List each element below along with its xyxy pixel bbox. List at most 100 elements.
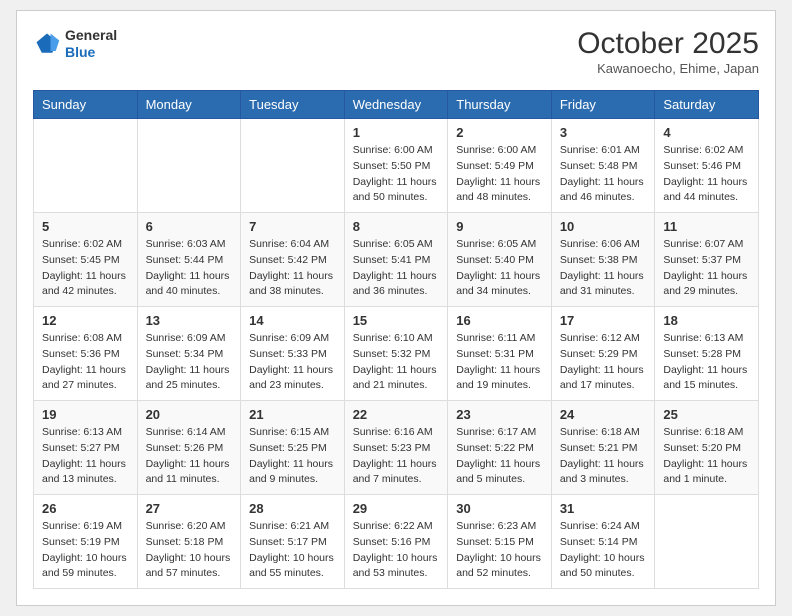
weekday-header-sunday: Sunday [34,91,138,119]
calendar-week-row: 26 Sunrise: 6:19 AMSunset: 5:19 PMDayligh… [34,495,759,589]
day-info: Sunrise: 6:23 AMSunset: 5:15 PMDaylight:… [456,519,543,582]
calendar-day-cell: 27 Sunrise: 6:20 AMSunset: 5:18 PMDayligh… [137,495,241,589]
calendar-week-row: 12Sunrise: 6:08 AMSunset: 5:36 PMDayligh… [34,307,759,401]
day-number: 27 [146,501,233,516]
day-number: 17 [560,313,647,328]
empty-cell [655,495,759,589]
day-info: Sunrise: 6:11 AMSunset: 5:31 PMDaylight:… [456,331,543,394]
day-number: 26 [42,501,129,516]
day-number: 7 [249,219,336,234]
day-number: 6 [146,219,233,234]
day-number: 21 [249,407,336,422]
day-number: 24 [560,407,647,422]
calendar-day-cell: 14 Sunrise: 6:09 AMSunset: 5:33 PMDayligh… [241,307,345,401]
day-number: 13 [146,313,233,328]
calendar-day-cell: 6 Sunrise: 6:03 AMSunset: 5:44 PMDaylight… [137,213,241,307]
calendar-day-cell: 29 Sunrise: 6:22 AMSunset: 5:16 PMDayligh… [344,495,448,589]
day-number: 2 [456,125,543,140]
title-block: October 2025 Kawanoecho, Ehime, Japan [577,27,759,76]
day-number: 11 [663,219,750,234]
day-info: Sunrise: 6:13 AMSunset: 5:27 PMDaylight:… [42,425,129,488]
logo-text: General Blue [65,27,117,61]
day-info: Sunrise: 6:09 AMSunset: 5:33 PMDaylight:… [249,331,336,394]
day-number: 10 [560,219,647,234]
calendar-day-cell: 12Sunrise: 6:08 AMSunset: 5:36 PMDayligh… [34,307,138,401]
calendar-day-cell: 16 Sunrise: 6:11 AMSunset: 5:31 PMDayligh… [448,307,552,401]
day-info: Sunrise: 6:15 AMSunset: 5:25 PMDaylight:… [249,425,336,488]
subtitle: Kawanoecho, Ehime, Japan [577,61,759,76]
calendar-day-cell: 13 Sunrise: 6:09 AMSunset: 5:34 PMDayligh… [137,307,241,401]
day-info: Sunrise: 6:03 AMSunset: 5:44 PMDaylight:… [146,237,233,300]
empty-cell [137,119,241,213]
weekday-header-row: SundayMondayTuesdayWednesdayThursdayFrid… [34,91,759,119]
day-number: 29 [353,501,440,516]
day-info: Sunrise: 6:02 AMSunset: 5:45 PMDaylight:… [42,237,129,300]
calendar-day-cell: 17 Sunrise: 6:12 AMSunset: 5:29 PMDayligh… [551,307,655,401]
day-info: Sunrise: 6:05 AMSunset: 5:40 PMDaylight:… [456,237,543,300]
calendar-day-cell: 19 Sunrise: 6:13 AMSunset: 5:27 PMDayligh… [34,401,138,495]
calendar-day-cell: 7Sunrise: 6:04 AMSunset: 5:42 PMDaylight… [241,213,345,307]
calendar-day-cell: 9 Sunrise: 6:05 AMSunset: 5:40 PMDaylight… [448,213,552,307]
weekday-header-saturday: Saturday [655,91,759,119]
day-info: Sunrise: 6:16 AMSunset: 5:23 PMDaylight:… [353,425,440,488]
calendar-week-row: 19 Sunrise: 6:13 AMSunset: 5:27 PMDayligh… [34,401,759,495]
calendar-day-cell: 15Sunrise: 6:10 AMSunset: 5:32 PMDayligh… [344,307,448,401]
logo: General Blue [33,27,117,61]
weekday-header-friday: Friday [551,91,655,119]
day-number: 16 [456,313,543,328]
day-number: 14 [249,313,336,328]
calendar-day-cell: 28 Sunrise: 6:21 AMSunset: 5:17 PMDayligh… [241,495,345,589]
day-info: Sunrise: 6:07 AMSunset: 5:37 PMDaylight:… [663,237,750,300]
calendar-day-cell: 5 Sunrise: 6:02 AMSunset: 5:45 PMDaylight… [34,213,138,307]
day-number: 19 [42,407,129,422]
day-info: Sunrise: 6:19 AMSunset: 5:19 PMDaylight:… [42,519,129,582]
calendar-day-cell: 21 Sunrise: 6:15 AMSunset: 5:25 PMDayligh… [241,401,345,495]
day-info: Sunrise: 6:00 AMSunset: 5:49 PMDaylight:… [456,143,543,206]
day-info: Sunrise: 6:24 AMSunset: 5:14 PMDaylight:… [560,519,647,582]
day-info: Sunrise: 6:02 AMSunset: 5:46 PMDaylight:… [663,143,750,206]
day-info: Sunrise: 6:17 AMSunset: 5:22 PMDaylight:… [456,425,543,488]
day-number: 3 [560,125,647,140]
calendar-day-cell: 24 Sunrise: 6:18 AMSunset: 5:21 PMDayligh… [551,401,655,495]
day-info: Sunrise: 6:20 AMSunset: 5:18 PMDaylight:… [146,519,233,582]
calendar-day-cell: 31 Sunrise: 6:24 AMSunset: 5:14 PMDayligh… [551,495,655,589]
day-info: Sunrise: 6:22 AMSunset: 5:16 PMDaylight:… [353,519,440,582]
empty-cell [34,119,138,213]
calendar-day-cell: 10 Sunrise: 6:06 AMSunset: 5:38 PMDayligh… [551,213,655,307]
day-number: 18 [663,313,750,328]
calendar-day-cell: 30 Sunrise: 6:23 AMSunset: 5:15 PMDayligh… [448,495,552,589]
day-number: 12 [42,313,129,328]
calendar-day-cell: 3 Sunrise: 6:01 AMSunset: 5:48 PMDaylight… [551,119,655,213]
weekday-header-tuesday: Tuesday [241,91,345,119]
day-number: 20 [146,407,233,422]
day-info: Sunrise: 6:01 AMSunset: 5:48 PMDaylight:… [560,143,647,206]
logo-blue: Blue [65,44,117,61]
day-info: Sunrise: 6:09 AMSunset: 5:34 PMDaylight:… [146,331,233,394]
day-number: 15 [353,313,440,328]
logo-general: General [65,27,117,44]
day-number: 31 [560,501,647,516]
day-info: Sunrise: 6:18 AMSunset: 5:21 PMDaylight:… [560,425,647,488]
calendar-day-cell: 20 Sunrise: 6:14 AMSunset: 5:26 PMDayligh… [137,401,241,495]
calendar-day-cell: 18Sunrise: 6:13 AMSunset: 5:28 PMDayligh… [655,307,759,401]
day-number: 25 [663,407,750,422]
calendar-day-cell: 26 Sunrise: 6:19 AMSunset: 5:19 PMDayligh… [34,495,138,589]
day-number: 23 [456,407,543,422]
calendar-day-cell: 25 Sunrise: 6:18 AMSunset: 5:20 PMDayligh… [655,401,759,495]
day-info: Sunrise: 6:18 AMSunset: 5:20 PMDaylight:… [663,425,750,488]
calendar-container: General Blue October 2025 Kawanoecho, Eh… [16,10,776,606]
day-info: Sunrise: 6:06 AMSunset: 5:38 PMDaylight:… [560,237,647,300]
day-info: Sunrise: 6:21 AMSunset: 5:17 PMDaylight:… [249,519,336,582]
header: General Blue October 2025 Kawanoecho, Eh… [33,27,759,76]
calendar-day-cell: 11 Sunrise: 6:07 AMSunset: 5:37 PMDayligh… [655,213,759,307]
calendar-day-cell: 23 Sunrise: 6:17 AMSunset: 5:22 PMDayligh… [448,401,552,495]
day-number: 30 [456,501,543,516]
day-number: 9 [456,219,543,234]
day-info: Sunrise: 6:12 AMSunset: 5:29 PMDaylight:… [560,331,647,394]
calendar-day-cell: 22Sunrise: 6:16 AMSunset: 5:23 PMDayligh… [344,401,448,495]
calendar-day-cell: 2 Sunrise: 6:00 AMSunset: 5:49 PMDaylight… [448,119,552,213]
day-number: 5 [42,219,129,234]
calendar-week-row: 5 Sunrise: 6:02 AMSunset: 5:45 PMDaylight… [34,213,759,307]
day-info: Sunrise: 6:14 AMSunset: 5:26 PMDaylight:… [146,425,233,488]
day-number: 28 [249,501,336,516]
